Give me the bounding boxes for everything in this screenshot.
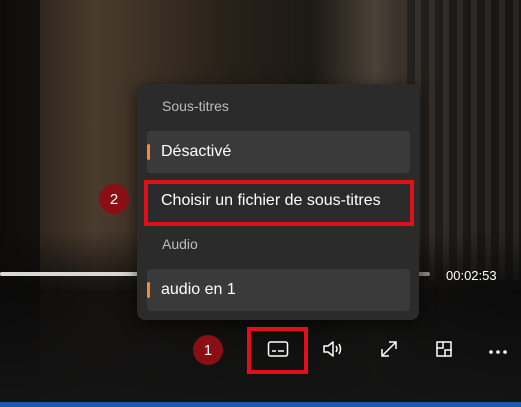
subtitles-off-option[interactable]: Désactivé	[147, 131, 410, 173]
progress-bar-fill	[0, 272, 140, 276]
step-badge-1: 1	[193, 335, 223, 365]
audio-track-label: audio en 1	[161, 281, 236, 298]
more-options-button[interactable]	[482, 335, 514, 367]
more-icon	[488, 342, 508, 360]
selected-indicator	[147, 144, 150, 160]
step-badge-2: 2	[99, 184, 129, 214]
subtitles-heading: Sous-titres	[162, 98, 229, 114]
audio-track-option[interactable]: audio en 1	[147, 269, 410, 311]
mini-player-icon	[434, 339, 454, 364]
audio-heading: Audio	[162, 236, 198, 252]
fullscreen-button[interactable]	[373, 335, 405, 367]
volume-icon	[321, 339, 345, 364]
subtitles-off-label: Désactivé	[161, 143, 232, 160]
highlight-choose-subtitle-file	[144, 180, 414, 226]
time-remaining: 00:02:53	[446, 268, 497, 283]
fullscreen-icon	[379, 339, 399, 364]
taskbar-edge	[0, 402, 521, 407]
highlight-subtitles-button	[247, 327, 308, 374]
volume-button[interactable]	[317, 335, 349, 367]
mini-player-button[interactable]	[428, 335, 460, 367]
selected-indicator	[147, 282, 150, 298]
